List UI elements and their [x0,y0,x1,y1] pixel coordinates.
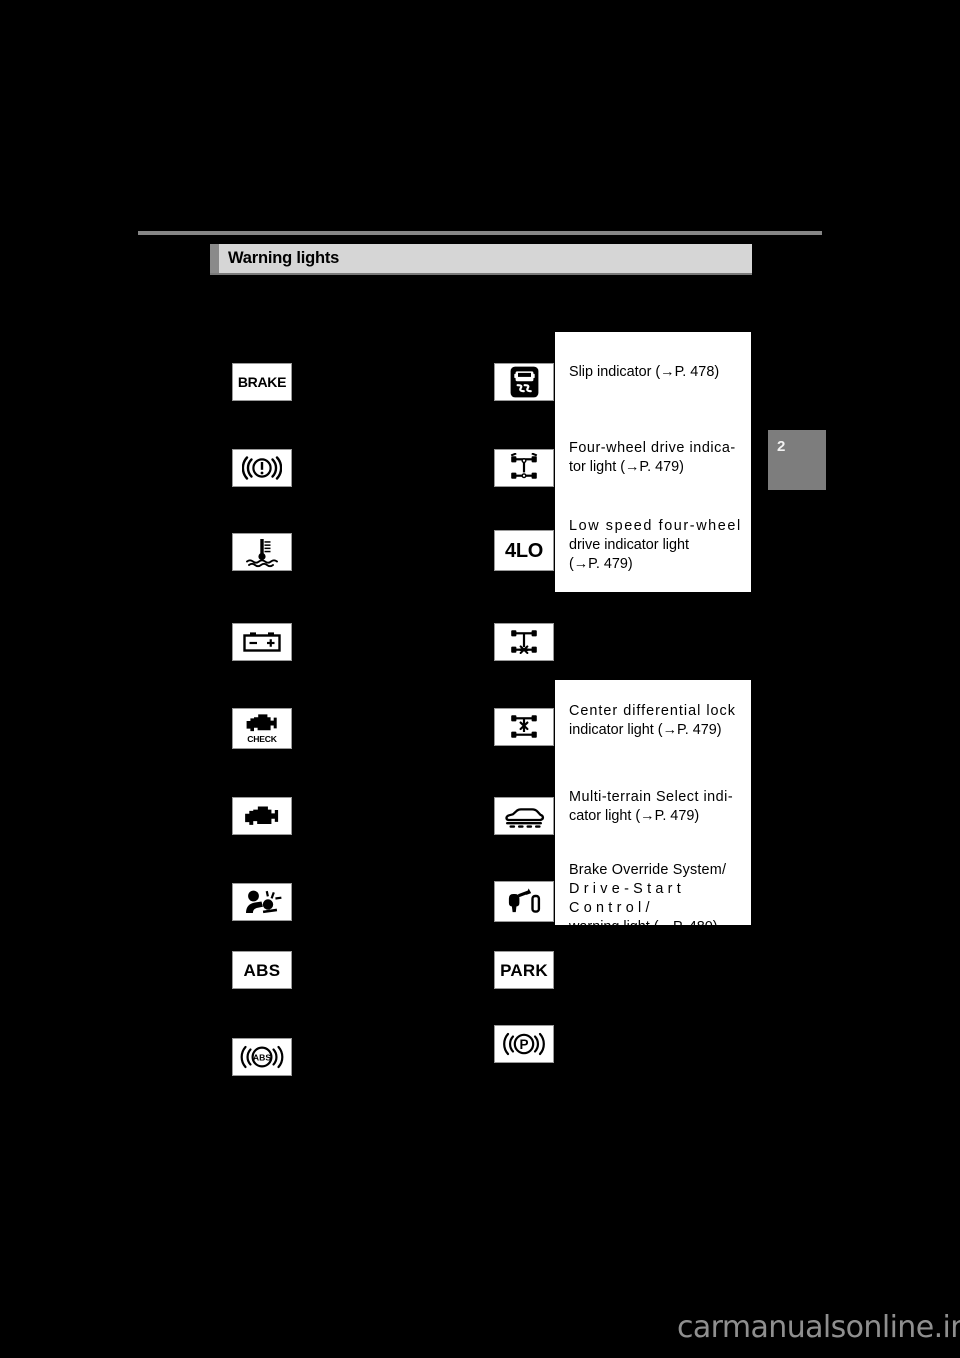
brake-warning-light-icon: BRAKE [232,363,292,401]
malfunction-indicator-lamp-icon [232,797,292,835]
abs-brake-disc-glyph: ABS [240,1045,284,1069]
page-title: Warning lights [228,249,340,267]
brake-warning-light-label: BRAKE [237,374,287,390]
site-watermark: carmanualsonline.info [677,1310,960,1345]
parking-brake-indicator-icon: P [494,1025,554,1063]
parking-brake-p-label: P [519,1037,528,1052]
description-slip-indicator: Slip indicator (→P. 478) [569,363,741,382]
low-speed-4wd-label: 4LO [505,539,543,562]
four-wheel-drive-indicator-icon [494,449,554,487]
four-wheel-drive-glyph [510,453,538,479]
abs-warning-light-icon: ABS [232,951,292,989]
description-line: warning light (→P. 480) [569,919,718,935]
check-engine-label: CHECK [247,734,277,745]
airbag-glyph [246,890,282,914]
description-line: Multi-terrain Select indi- [569,789,734,805]
engine-coolant-temperature-warning-light-icon [232,533,292,571]
description-line: (→P. 479) [569,556,633,572]
section-header-accent [210,244,219,273]
engine-glyph-plain [245,806,279,825]
srs-airbag-warning-light-icon [232,883,292,921]
description-line: tor light (→P. 479) [569,459,684,475]
top-rule [138,231,822,235]
check-engine-light-icon: CHECK [232,708,292,749]
park-indicator-label: PARK [500,960,548,980]
page-number-tab: 2 [768,430,826,490]
description-four-wheel-drive: Four-wheel drive indica- tor light (→P. … [569,439,741,477]
engine-glyph [246,714,277,732]
description-line: indicator light (→P. 479) [569,722,722,738]
brake-assist-abs-warning-light-icon: ABS [232,1038,292,1076]
abs-disc-label: ABS [253,1053,271,1063]
parking-brake-disc-glyph: P [503,1032,545,1056]
section-header: Warning lights [210,244,752,273]
battery-glyph [243,632,281,652]
description-line: Slip indicator (→P. 478) [569,364,720,380]
brake-system-warning-glyph [242,456,282,480]
brake-system-warning-light-icon [232,449,292,487]
description-line: Center differential lock [569,703,736,719]
page-number-tab-label: 2 [777,438,786,455]
description-line: Four-wheel drive indica- [569,440,736,456]
description-line: Drive-Start Control/ [569,881,686,916]
low-speed-four-wheel-drive-indicator-icon: 4LO [494,530,554,571]
description-center-differential-lock: Center differential lock indicator light… [569,702,743,740]
center-diff-lock-glyph [511,715,537,738]
slip-indicator-icon [494,363,554,401]
description-line: cator light (→P. 479) [569,808,700,824]
rear-diff-lock-glyph [511,630,537,654]
multi-terrain-select-glyph [505,808,545,828]
description-line: Brake Override System/ [569,862,727,878]
coolant-temperature-glyph [246,539,278,568]
abs-warning-light-label: ABS [243,960,281,980]
park-indicator-icon: PARK [494,951,554,989]
multi-terrain-select-indicator-icon [494,797,554,835]
description-multi-terrain-select: Multi-terrain Select indi- cator light (… [569,788,743,826]
description-line: Low speed four-wheel [569,518,742,534]
manual-page: Warning lights 2 BRAKE CHECK ABS ABS 4LO… [0,0,960,1358]
slip-indicator-glyph [510,366,538,398]
brake-override-glyph [508,887,541,913]
description-brake-override-system: Brake Override System/ Drive-Start Contr… [569,861,745,937]
brake-override-system-warning-icon [494,881,554,922]
description-low-speed-four-wheel-drive: Low speed four-wheel drive indicator lig… [569,517,743,574]
rear-differential-lock-indicator-icon [494,623,554,661]
charging-system-warning-light-icon [232,623,292,661]
center-differential-lock-indicator-icon [494,708,554,746]
description-line: drive indicator light [569,537,689,553]
